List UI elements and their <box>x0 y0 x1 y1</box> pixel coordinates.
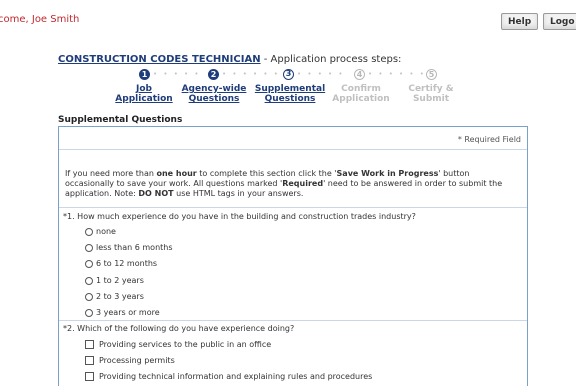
step-1-number: 1 <box>139 69 150 80</box>
q2-option[interactable]: Providing technical information and expl… <box>85 372 372 381</box>
instructions-part: If you need more than <box>65 169 157 178</box>
step-4-number: 4 <box>354 69 365 80</box>
radio-button[interactable] <box>85 292 93 301</box>
instructions-part: to complete this section click the ' <box>196 169 337 178</box>
option-label: none <box>96 227 116 236</box>
option-label: 2 to 3 years <box>96 292 144 301</box>
instructions-text: If you need more than one hour to comple… <box>65 169 520 199</box>
radio-button[interactable] <box>85 227 93 236</box>
step-3-label-line1: Supplemental <box>254 84 326 94</box>
step-connector: • • • • • <box>297 70 345 78</box>
step-connector: • • • • • • <box>368 70 426 78</box>
step-1-label-line1: Job <box>136 84 152 94</box>
step-4-label-line1: Confirm <box>341 84 381 94</box>
process-steps-caption: - Application process steps: <box>260 54 402 65</box>
option-label: Processing permits <box>99 356 175 365</box>
step-1-label-line2: Application <box>115 94 173 104</box>
q1-option[interactable]: none <box>85 227 116 236</box>
questions-panel: * Required Field If you need more than o… <box>58 126 528 386</box>
option-label: 6 to 12 months <box>96 259 158 268</box>
radio-button[interactable] <box>85 276 93 285</box>
step-5-label: Certify & Submit <box>403 84 459 104</box>
q1-option[interactable]: 6 to 12 months <box>85 259 157 268</box>
logout-button[interactable]: Logo <box>543 13 576 30</box>
radio-button[interactable] <box>85 243 93 252</box>
instructions-emphasis: DO NOT <box>138 189 174 198</box>
step-2-label-line1: Agency-wide <box>181 84 247 94</box>
step-connector: • • • • • <box>153 70 201 78</box>
step-connector: • • • • • • <box>222 70 280 78</box>
radio-button[interactable] <box>85 308 93 317</box>
option-label: Providing technical information and expl… <box>99 372 373 381</box>
option-label: 3 years or more <box>96 308 160 317</box>
q1-option[interactable]: 1 to 2 years <box>85 276 144 285</box>
welcome-text: come, Joe Smith <box>0 14 80 25</box>
step-3-number: 3 <box>283 69 294 80</box>
option-label: 1 to 2 years <box>96 276 144 285</box>
step-2-label-line2: Questions <box>188 94 240 104</box>
step-1-link[interactable]: Job Application <box>113 84 175 104</box>
process-headline: CONSTRUCTION CODES TECHNICIAN - Applicat… <box>58 54 401 65</box>
step-4-label-line2: Application <box>332 94 390 104</box>
instructions-emphasis: one hour <box>156 169 197 178</box>
q1-option[interactable]: 3 years or more <box>85 308 160 317</box>
step-5-label-line2: Submit <box>412 94 450 104</box>
divider <box>59 207 527 208</box>
radio-button[interactable] <box>85 259 93 268</box>
instructions-emphasis: Save Work in Progress <box>336 169 439 178</box>
q1-option[interactable]: less than 6 months <box>85 243 173 252</box>
option-label: less than 6 months <box>96 243 173 252</box>
required-field-note: * Required Field <box>457 135 521 144</box>
question-1-text: *1. How much experience do you have in t… <box>63 212 416 221</box>
step-2-link[interactable]: Agency-wide Questions <box>180 84 248 104</box>
position-title-link[interactable]: CONSTRUCTION CODES TECHNICIAN <box>58 54 261 65</box>
instructions-part: use HTML tags in your answers. <box>173 189 304 198</box>
step-5-label-line1: Certify & <box>408 84 454 94</box>
step-3-link[interactable]: Supplemental Questions <box>254 84 326 104</box>
divider <box>59 149 527 150</box>
step-2-number: 2 <box>208 69 219 80</box>
divider <box>59 320 527 321</box>
option-label: Providing services to the public in an o… <box>99 340 272 349</box>
checkbox[interactable] <box>85 356 94 365</box>
q2-option[interactable]: Processing permits <box>85 356 175 365</box>
q2-option[interactable]: Providing services to the public in an o… <box>85 340 271 349</box>
step-4-label: Confirm Application <box>329 84 393 104</box>
step-3-label-line2: Questions <box>264 94 316 104</box>
help-button[interactable]: Help <box>501 13 539 30</box>
checkbox[interactable] <box>85 372 94 381</box>
step-5-number: 5 <box>426 69 437 80</box>
instructions-emphasis: Required <box>282 179 324 188</box>
checkbox[interactable] <box>85 340 94 349</box>
q1-option[interactable]: 2 to 3 years <box>85 292 144 301</box>
question-2-text: *2. Which of the following do you have e… <box>63 324 295 333</box>
section-title: Supplemental Questions <box>58 115 183 125</box>
